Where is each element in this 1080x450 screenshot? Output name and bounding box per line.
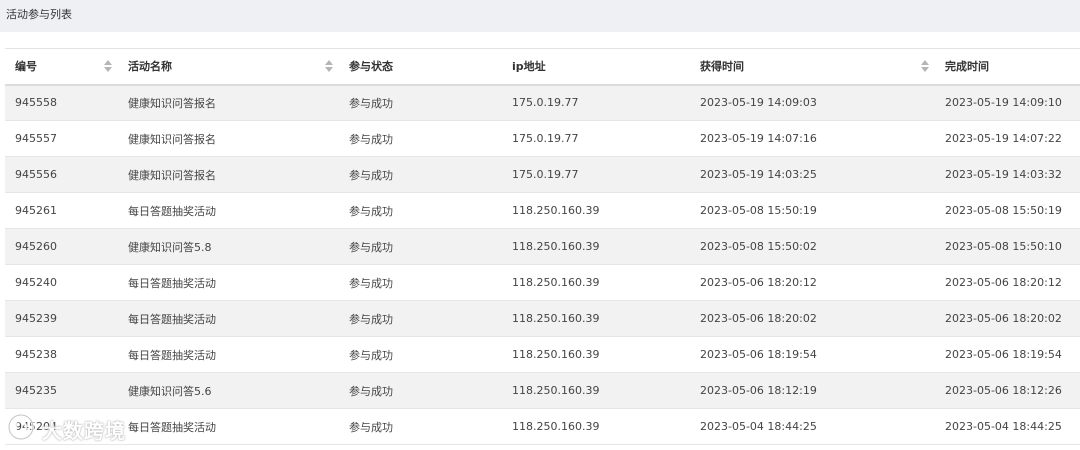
cell-status: 参与成功	[349, 348, 393, 362]
column-header-label: 编号	[15, 60, 37, 74]
panel-header: 活动参与列表	[0, 0, 1080, 32]
cell-obtained-time: 2023-05-06 18:20:12	[700, 276, 817, 289]
cell-status: 参与成功	[349, 240, 393, 254]
cell-ip: 118.250.160.39	[512, 348, 600, 361]
cell-id: 945240	[15, 276, 57, 289]
cell-completed-time: 2023-05-19 14:07:22	[945, 132, 1062, 145]
cell-activity-name: 健康知识问答报名	[128, 168, 216, 182]
sort-arrows-icon[interactable]	[325, 60, 333, 73]
cell-ip: 118.250.160.39	[512, 312, 600, 325]
column-header-activity-name[interactable]: 活动名称	[118, 49, 339, 85]
cell-obtained-time: 2023-05-08 15:50:02	[700, 240, 817, 253]
cell-status: 参与成功	[349, 420, 393, 434]
cell-completed-time: 2023-05-06 18:19:54	[945, 348, 1062, 361]
cell-completed-time: 2023-05-08 15:50:19	[945, 204, 1062, 217]
column-header-id[interactable]: 编号	[5, 49, 118, 85]
cell-activity-name: 每日答题抽奖活动	[128, 204, 216, 218]
table-row[interactable]: 945240 每日答题抽奖活动 参与成功 118.250.160.39 2023-05-…	[5, 264, 1080, 301]
column-header-label: 参与状态	[349, 60, 393, 74]
cell-completed-time: 2023-05-04 18:44:25	[945, 420, 1062, 433]
cell-activity-name: 健康知识问答报名	[128, 132, 216, 146]
table-header-row: 编号 活动名称 参与状态 ip地址 获得时间 完成时间	[5, 48, 1080, 85]
cell-status: 参与成功	[349, 276, 393, 290]
cell-ip: 118.250.160.39	[512, 420, 600, 433]
cell-obtained-time: 2023-05-19 14:07:16	[700, 132, 817, 145]
cell-activity-name: 健康知识问答5.8	[128, 240, 212, 254]
cell-ip: 175.0.19.77	[512, 96, 579, 110]
cell-status: 参与成功	[349, 204, 393, 218]
cell-activity-name: 每日答题抽奖活动	[128, 348, 216, 362]
cell-status: 参与成功	[349, 96, 393, 110]
column-header-label: 完成时间	[945, 60, 989, 74]
column-header-label: ip地址	[512, 60, 546, 74]
cell-obtained-time: 2023-05-19 14:03:25	[700, 168, 817, 181]
table-row[interactable]: 945235 健康知识问答5.6 参与成功 118.250.160.39 2023-05…	[5, 372, 1080, 409]
cell-id: 945238	[15, 348, 57, 361]
cell-completed-time: 2023-05-06 18:12:26	[945, 384, 1062, 397]
cell-status: 参与成功	[349, 384, 393, 398]
cell-completed-time: 2023-05-19 14:09:10	[945, 96, 1062, 110]
cell-id: 945239	[15, 312, 57, 325]
cell-id: 945261	[15, 204, 57, 217]
cell-ip: 118.250.160.39	[512, 204, 600, 217]
cell-id: 945557	[15, 132, 57, 145]
cell-obtained-time: 2023-05-19 14:09:03	[700, 96, 817, 110]
cell-id: 945556	[15, 168, 57, 181]
table-header: 编号 活动名称 参与状态 ip地址 获得时间 完成时间	[5, 48, 1080, 85]
cell-obtained-time: 2023-05-06 18:12:19	[700, 384, 817, 397]
column-header-label: 活动名称	[128, 60, 172, 74]
table-body: 945558 健康知识问答报名 参与成功 175.0.19.77 2023-05-19 …	[5, 84, 1080, 445]
column-header-obtained-time[interactable]: 获得时间	[690, 49, 935, 85]
cell-ip: 118.250.160.39	[512, 276, 600, 289]
table-row[interactable]: 945261 每日答题抽奖活动 参与成功 118.250.160.39 2023-05-…	[5, 192, 1080, 229]
table-row[interactable]: 945556 健康知识问答报名 参与成功 175.0.19.77 2023-05-19 …	[5, 156, 1080, 193]
cell-ip: 175.0.19.77	[512, 168, 579, 181]
participation-table-container: 编号 活动名称 参与状态 ip地址 获得时间 完成时间 945558 健康知识问…	[5, 48, 1080, 445]
cell-activity-name: 每日答题抽奖活动	[128, 420, 216, 434]
cell-ip: 118.250.160.39	[512, 384, 600, 397]
cell-obtained-time: 2023-05-06 18:20:02	[700, 312, 817, 325]
table-row[interactable]: 945557 健康知识问答报名 参与成功 175.0.19.77 2023-05-19 …	[5, 120, 1080, 157]
sort-arrows-icon[interactable]	[921, 60, 929, 73]
column-header-ip: ip地址	[502, 49, 690, 85]
cell-id: 945558	[15, 96, 57, 110]
table-row[interactable]: 945558 健康知识问答报名 参与成功 175.0.19.77 2023-05-19 …	[5, 84, 1080, 121]
sort-arrows-icon[interactable]	[104, 60, 112, 73]
cell-activity-name: 健康知识问答5.6	[128, 384, 212, 398]
participation-table: 编号 活动名称 参与状态 ip地址 获得时间 完成时间 945558 健康知识问…	[5, 48, 1080, 445]
cell-ip: 118.250.160.39	[512, 240, 600, 253]
column-header-label: 获得时间	[700, 60, 744, 74]
cell-completed-time: 2023-05-19 14:03:32	[945, 168, 1062, 181]
cell-activity-name: 健康知识问答报名	[128, 96, 216, 110]
cell-completed-time: 2023-05-06 18:20:12	[945, 276, 1062, 289]
table-row[interactable]: 945239 每日答题抽奖活动 参与成功 118.250.160.39 2023-05-…	[5, 300, 1080, 337]
cell-status: 参与成功	[349, 312, 393, 326]
column-header-status: 参与状态	[339, 49, 502, 85]
cell-ip: 175.0.19.77	[512, 132, 579, 145]
column-header-completed-time: 完成时间	[935, 49, 1080, 85]
cell-id: 945260	[15, 240, 57, 253]
cell-obtained-time: 2023-05-08 15:50:19	[700, 204, 817, 217]
page-title: 活动参与列表	[6, 8, 72, 21]
table-row[interactable]: 945238 每日答题抽奖活动 参与成功 118.250.160.39 2023-05-…	[5, 336, 1080, 373]
table-row[interactable]: 945260 健康知识问答5.8 参与成功 118.250.160.39 2023-05…	[5, 228, 1080, 265]
cell-obtained-time: 2023-05-04 18:44:25	[700, 420, 817, 433]
cell-id: 945235	[15, 384, 57, 397]
cell-obtained-time: 2023-05-06 18:19:54	[700, 348, 817, 361]
table-row[interactable]: 945204 每日答题抽奖活动 参与成功 118.250.160.39 2023-05-…	[5, 408, 1080, 445]
cell-completed-time: 2023-05-06 18:20:02	[945, 312, 1062, 325]
cell-activity-name: 每日答题抽奖活动	[128, 312, 216, 326]
page: 活动参与列表 编号 活动名称 参与状态 ip地址 获得时间 完成时间 94555…	[0, 0, 1080, 450]
cell-id: 945204	[15, 420, 57, 433]
cell-completed-time: 2023-05-08 15:50:10	[945, 240, 1062, 253]
cell-status: 参与成功	[349, 132, 393, 146]
cell-activity-name: 每日答题抽奖活动	[128, 276, 216, 290]
cell-status: 参与成功	[349, 168, 393, 182]
